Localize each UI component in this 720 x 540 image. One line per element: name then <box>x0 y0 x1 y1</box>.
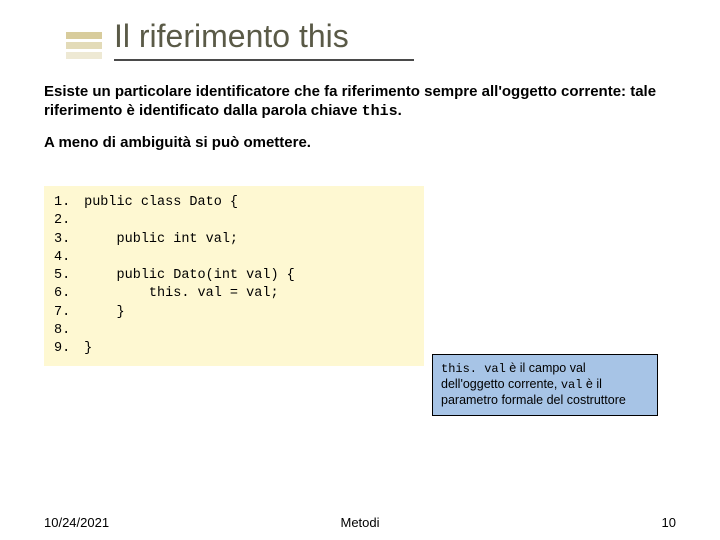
callout-box: this. val è il campo val dell'oggetto co… <box>432 354 658 416</box>
line-number: 3. <box>54 231 76 249</box>
callout-code-a: this. val <box>441 362 506 376</box>
code-block: 1. public class Dato { 2. 3. public int … <box>44 186 424 366</box>
para1-text-a: Esiste un particolare identificatore che… <box>44 83 656 119</box>
code-line: } <box>84 341 92 356</box>
footer-page-number: 10 <box>662 515 676 530</box>
slide: Il riferimento this Esiste un particolar… <box>0 0 720 540</box>
footer-title: Metodi <box>340 515 379 530</box>
line-number: 8. <box>54 322 76 340</box>
code-line: public Dato(int val) { <box>84 268 295 283</box>
para1-text-b: . <box>398 102 402 119</box>
title-area: Il riferimento this <box>114 18 676 61</box>
keyword-this: this <box>362 103 398 120</box>
code-line: } <box>84 305 125 320</box>
line-number: 2. <box>54 212 76 230</box>
line-number: 7. <box>54 304 76 322</box>
line-number: 6. <box>54 285 76 303</box>
title-underline <box>114 59 414 61</box>
callout-code-c: val <box>561 378 583 392</box>
code-line: public int val; <box>84 232 238 247</box>
slide-title: Il riferimento this <box>114 18 676 59</box>
footer: 10/24/2021 Metodi 10 <box>0 515 720 530</box>
decorative-bars <box>66 32 102 59</box>
line-number: 5. <box>54 267 76 285</box>
paragraph-1: Esiste un particolare identificatore che… <box>44 83 676 122</box>
line-number: 4. <box>54 249 76 267</box>
paragraph-2: A meno di ambiguità si può omettere. <box>44 134 676 153</box>
code-line: public class Dato { <box>84 195 238 210</box>
code-line: this. val = val; <box>84 286 278 301</box>
body: Esiste un particolare identificatore che… <box>44 83 676 366</box>
line-number: 1. <box>54 194 76 212</box>
footer-date: 10/24/2021 <box>44 515 109 530</box>
line-number: 9. <box>54 340 76 358</box>
